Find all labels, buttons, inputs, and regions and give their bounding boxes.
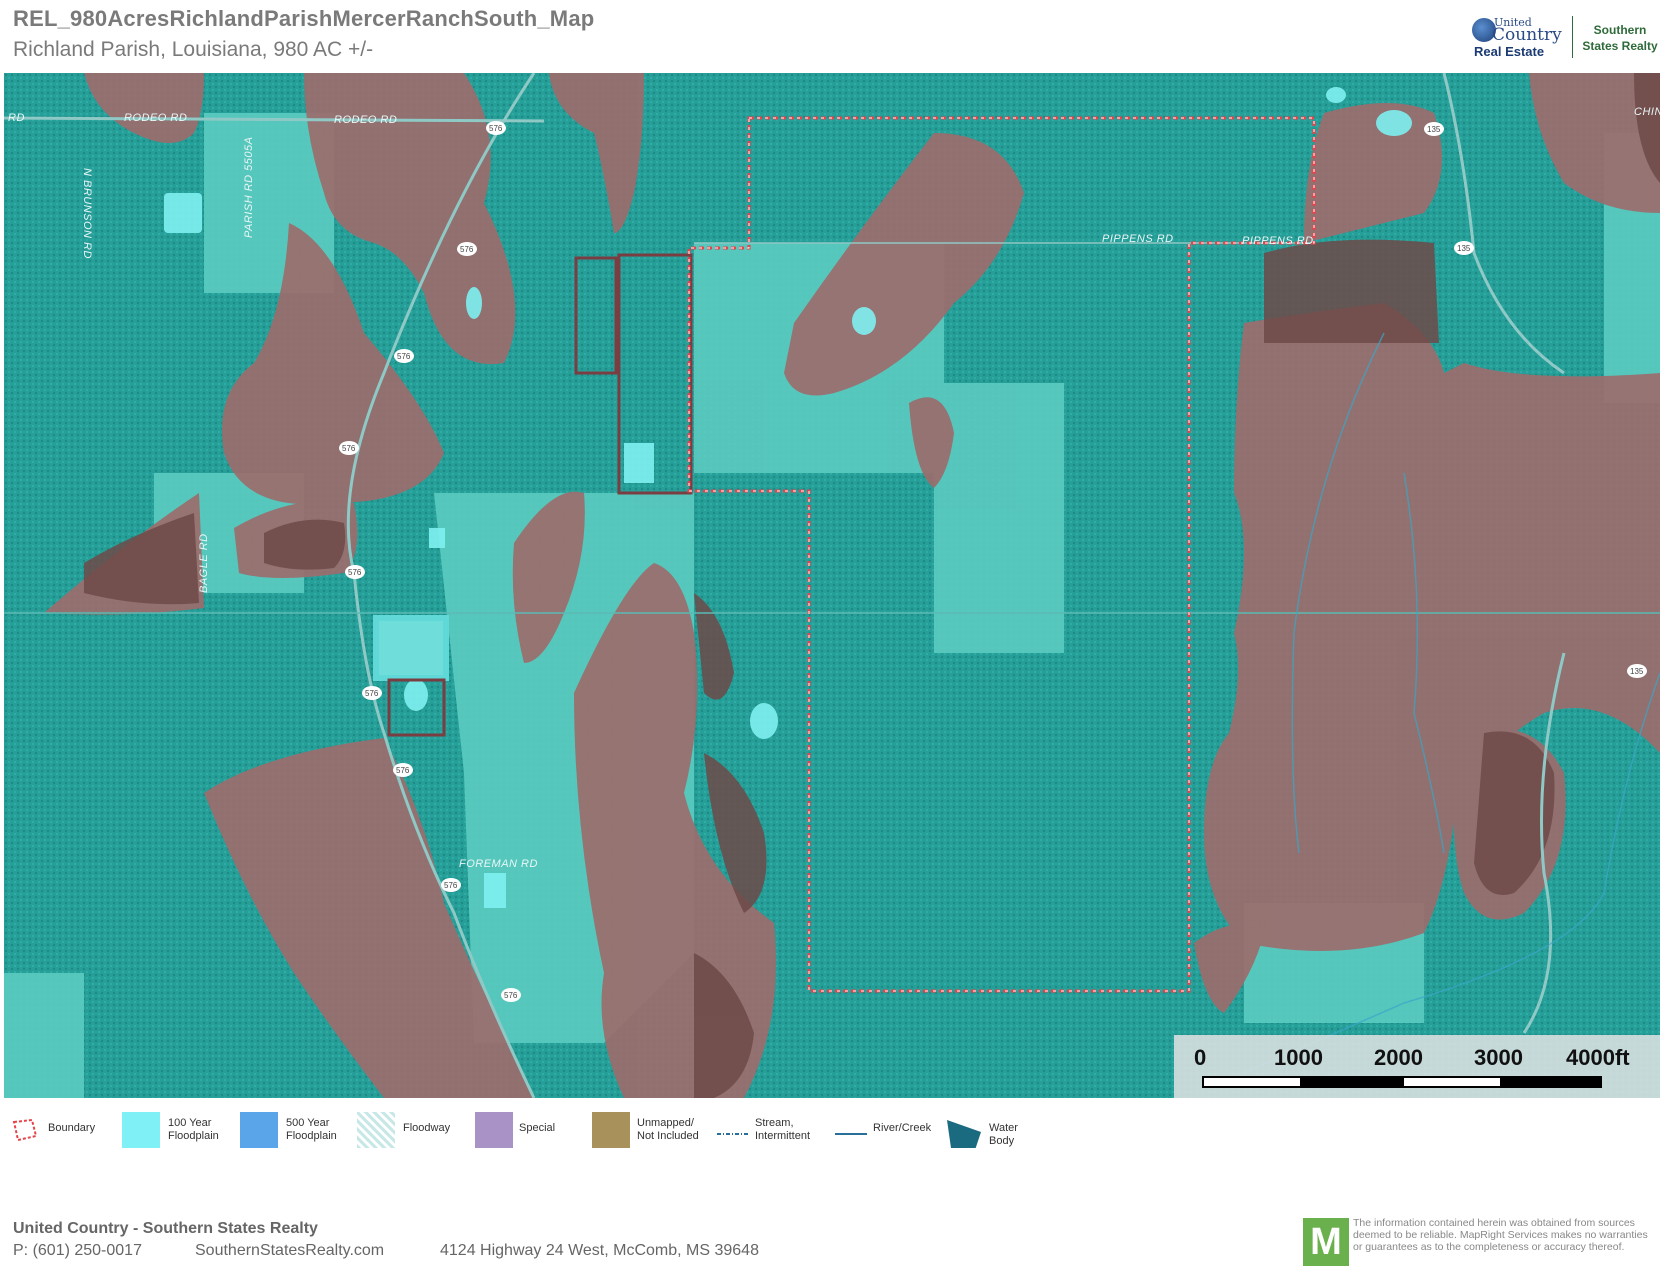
highway-shield-576: 576 [394, 349, 414, 363]
water-body-icon [947, 1120, 981, 1148]
footer-company: United Country - Southern States Realty [13, 1220, 318, 1237]
logo-separator [1572, 16, 1573, 58]
scale-label: 4000ft [1566, 1045, 1630, 1070]
highway-shield-576: 576 [501, 988, 521, 1002]
svg-text:135: 135 [1457, 244, 1471, 253]
floodway-swatch [357, 1112, 395, 1148]
highway-shield-576: 576 [486, 121, 506, 135]
stream-intermittent-icon [717, 1133, 749, 1135]
legend-label: Floodway [403, 1122, 451, 1134]
highway-shield-576: 576 [441, 878, 461, 892]
legend-label: Stream, Intermittent [755, 1117, 811, 1142]
road-label: PIPPENS RD [1242, 235, 1314, 247]
scale-label: 2000 [1374, 1045, 1423, 1070]
map-title: REL_980AcresRichlandParishMercerRanchSou… [13, 6, 595, 31]
highway-shield-576: 576 [457, 242, 477, 256]
svg-text:576: 576 [365, 689, 379, 698]
floodplain-500-swatch [240, 1112, 278, 1148]
svg-text:135: 135 [1427, 125, 1441, 134]
legend-label: Boundary [48, 1122, 96, 1134]
legend-label: Special [519, 1122, 556, 1134]
svg-text:576: 576 [342, 444, 356, 453]
highway-shield-576: 576 [339, 441, 359, 455]
river-creek-icon [835, 1133, 867, 1135]
highway-shield-576: 576 [393, 763, 413, 777]
unmapped-swatch [592, 1112, 630, 1148]
floodplain-100-swatch [122, 1112, 160, 1148]
logo-southern: Southern [1593, 23, 1647, 37]
legend-label: 500 Year Floodplain [286, 1117, 337, 1142]
map-legend: Boundary 100 Year Floodplain 500 Year Fl… [0, 1108, 1100, 1158]
map-canvas: RD RODEO RD RODEO RD N BRUNSON RD PARISH… [4, 73, 1660, 1098]
road-label: CHIN [1634, 106, 1660, 118]
scale-segment [1202, 1076, 1302, 1088]
scale-segment [1402, 1076, 1502, 1088]
legend-label: 100 Year Floodplain [168, 1117, 219, 1142]
svg-text:576: 576 [460, 245, 474, 254]
boundary-icon [12, 1118, 38, 1142]
highway-shield-576: 576 [362, 686, 382, 700]
road-label: PARISH RD 5505A [243, 137, 255, 238]
footer-website[interactable]: SouthernStatesRealty.com [195, 1242, 384, 1260]
scale-bar: 0 1000 2000 3000 4000ft [1174, 1035, 1660, 1098]
highway-shield-576: 576 [345, 565, 365, 579]
scale-segment [1302, 1076, 1402, 1088]
svg-text:576: 576 [348, 568, 362, 577]
road-label: PIPPENS RD [1102, 233, 1174, 245]
scale-label: 0 [1194, 1045, 1207, 1070]
disclaimer-text: The information contained herein was obt… [1353, 1217, 1648, 1253]
highway-shield-135: 135 [1454, 241, 1474, 255]
road-label: RODEO RD [124, 112, 187, 124]
svg-text:576: 576 [489, 124, 503, 133]
svg-text:576: 576 [444, 881, 458, 890]
svg-text:576: 576 [504, 991, 518, 1000]
road-label: FOREMAN RD [459, 858, 538, 870]
footer-phone: P: (601) 250-0017 [13, 1242, 142, 1259]
footer-address: 4124 Highway 24 West, McComb, MS 39648 [440, 1242, 759, 1259]
legend-label: River/Creek [873, 1122, 932, 1134]
svg-text:135: 135 [1630, 667, 1644, 676]
special-swatch [475, 1112, 513, 1148]
svg-text:576: 576 [397, 352, 411, 361]
road-label: RODEO RD [334, 114, 397, 126]
logo-states-realty: States Realty [1582, 39, 1658, 53]
highway-shield-135: 135 [1424, 122, 1444, 136]
svg-text:576: 576 [396, 766, 410, 775]
logo-southern-states-text: Southern States Realty [1580, 22, 1660, 54]
logo-country-text: Country [1492, 25, 1562, 45]
logo-real-estate-text: Real Estate [1474, 44, 1545, 59]
scale-label: 3000 [1474, 1045, 1523, 1070]
legend-label: Unmapped/ Not Included [637, 1117, 699, 1142]
legend-label: Water Body [989, 1122, 1018, 1147]
scale-segment [1502, 1076, 1602, 1088]
map-view[interactable]: RD RODEO RD RODEO RD N BRUNSON RD PARISH… [4, 73, 1660, 1098]
scale-label: 1000 [1274, 1045, 1323, 1070]
map-subtitle: Richland Parish, Louisiana, 980 AC +/- [13, 38, 374, 61]
mapright-logo: M [1303, 1218, 1349, 1266]
united-country-logo: United Country Real Estate Southern Stat… [1470, 14, 1660, 64]
highway-shield-135: 135 [1627, 664, 1647, 678]
road-label: BAGLE RD [198, 533, 210, 593]
road-label: RD [8, 112, 25, 124]
road-label: N BRUNSON RD [81, 168, 93, 259]
